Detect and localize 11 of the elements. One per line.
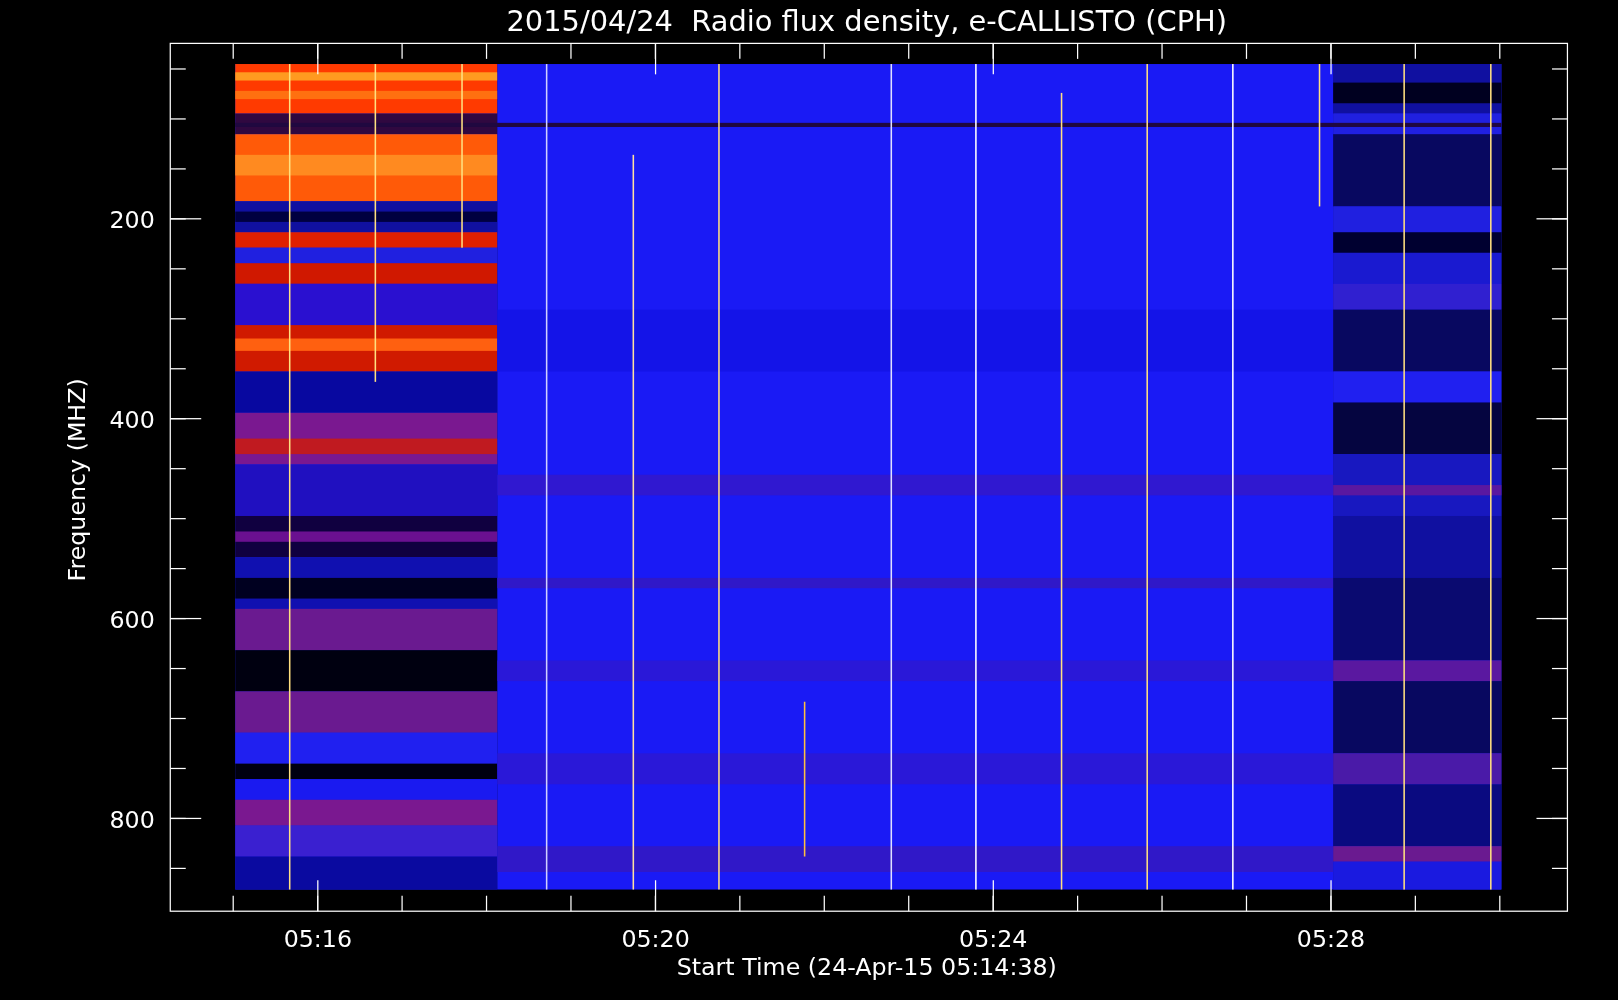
tick-label: 05:24 [959,925,1028,954]
tick-label: 200 [109,206,155,235]
y-axis-title: Frequency (MHZ) [62,378,91,582]
x-axis-title: Start Time (24-Apr-15 05:14:38) [676,953,1057,982]
tick-label: 400 [109,405,155,434]
chart-title: 2015/04/24 Radio flux density, e-CALLISTO (CPH) [506,4,1228,38]
tick-label: 800 [109,805,155,834]
tick-label: 05:28 [1296,925,1366,954]
tick-label: 05:16 [283,925,352,954]
tick-label: 600 [109,605,155,634]
tick-label: 05:20 [621,925,690,954]
